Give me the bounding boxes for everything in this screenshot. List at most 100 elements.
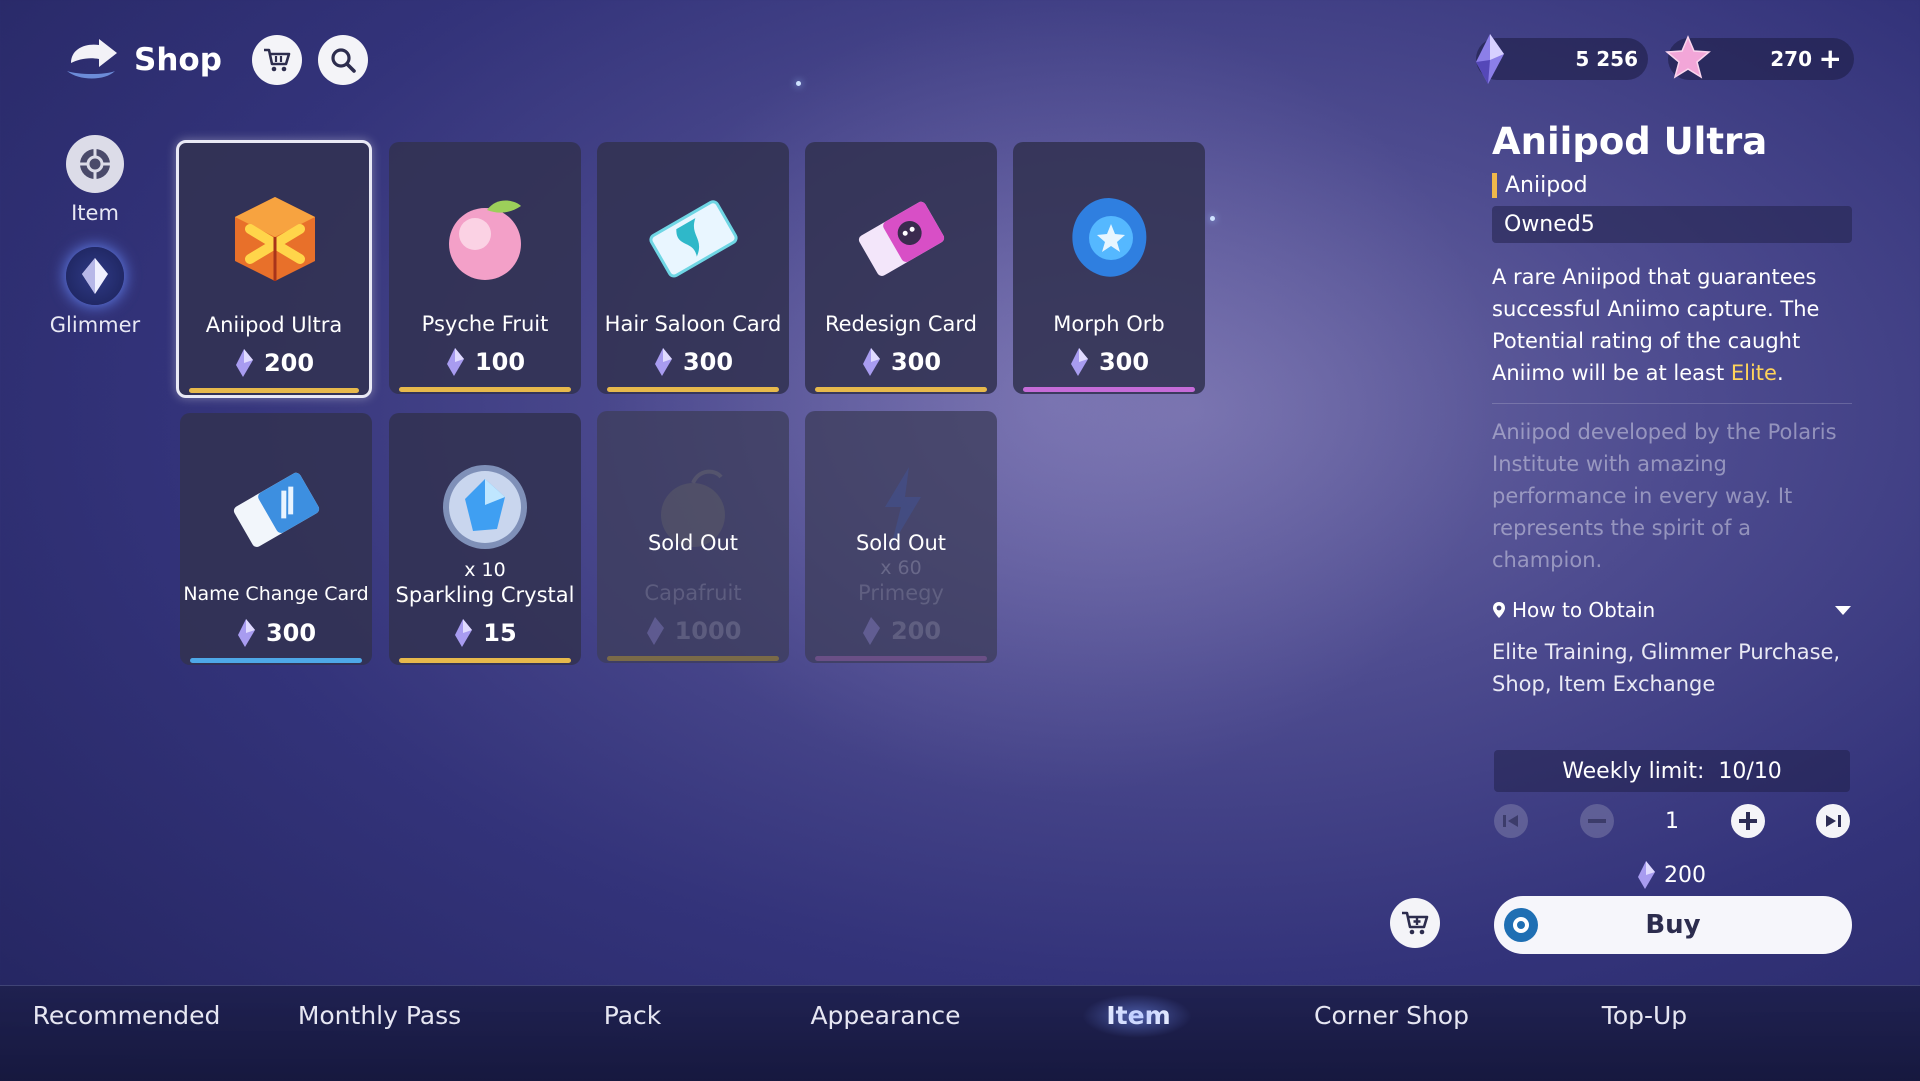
name-change-card-icon [233, 472, 320, 547]
confirm-button-icon [1504, 908, 1538, 942]
item-name: Primegy [858, 581, 944, 605]
price-value: 1000 [674, 617, 742, 645]
sparkle-decoration [796, 81, 801, 86]
how-to-obtain-toggle[interactable]: How to Obtain [1492, 598, 1852, 622]
price-value: 15 [483, 619, 517, 647]
aniipod-ultra-icon [235, 197, 315, 281]
item-name: Aniipod Ultra [205, 313, 343, 337]
side-nav-item[interactable]: Glimmer [40, 247, 150, 337]
quantity-value: 1 [1665, 808, 1679, 834]
detail-category: Aniipod [1492, 173, 1852, 198]
psyche-fruit-icon [449, 200, 521, 280]
increase-quantity-button[interactable] [1730, 804, 1765, 838]
rarity-bar [399, 658, 571, 663]
item-card[interactable]: Morph Orb 300 [1013, 142, 1205, 394]
detail-lore: Aniipod developed by the Polaris Institu… [1492, 420, 1837, 572]
item-name: Psyche Fruit [421, 312, 549, 336]
glimmer-amount: 5 256 [1575, 47, 1638, 71]
obtain-sources: Elite Training, Glimmer Purchase, Shop, … [1492, 640, 1841, 696]
tab-item[interactable]: Item [1012, 986, 1265, 1081]
item-name: Name Change Card [183, 583, 369, 605]
weekly-limit: Weekly limit: 10/10 [1494, 750, 1850, 792]
elite-highlight: Elite [1730, 361, 1777, 385]
item-price: 15 [389, 618, 581, 648]
buy-button[interactable]: Buy [1494, 896, 1852, 954]
rarity-bar [815, 656, 987, 661]
item-card[interactable]: Sold Out Capafruit 1000 [597, 411, 789, 663]
item-name: Sparkling Crystal [395, 583, 575, 607]
decrease-quantity-button[interactable] [1579, 804, 1614, 838]
item-card[interactable]: Redesign Card 300 [805, 142, 997, 394]
back-arrow-icon [67, 39, 117, 79]
item-card[interactable]: Psyche Fruit 100 [389, 142, 581, 394]
glimmer-gem-icon [455, 619, 473, 647]
add-to-cart-icon [1402, 911, 1429, 935]
back-button[interactable] [64, 31, 122, 89]
price-value: 300 [265, 619, 317, 647]
sparkle-decoration [1210, 216, 1215, 221]
rarity-bar [1023, 387, 1195, 392]
item-icon [66, 135, 124, 193]
star-currency: 270 + [1665, 35, 1854, 80]
header: Shop [64, 30, 384, 90]
rarity-bar [189, 388, 359, 393]
item-card[interactable]: x 10 Sparkling Crystal 15 [389, 413, 581, 665]
side-nav-label: Glimmer [49, 313, 141, 337]
glimmer-gem-icon [654, 348, 672, 376]
item-card[interactable]: Sold Out x 60 Primegy 200 [805, 411, 997, 663]
item-name: Redesign Card [824, 312, 978, 336]
rarity-bar [815, 387, 987, 392]
skip-to-max-icon [1826, 815, 1841, 827]
star-currency-icon [1665, 35, 1711, 79]
page-title: Shop [134, 42, 222, 78]
search-button[interactable] [317, 35, 368, 85]
item-price: 300 [180, 618, 372, 648]
item-detail-panel: Aniipod Ultra Aniipod Owned5 A rare Anii… [1492, 120, 1852, 700]
item-price: 300 [597, 347, 789, 377]
tab-pack[interactable]: Pack [506, 986, 759, 1081]
item-price: 200 [805, 616, 997, 646]
item-name: Capafruit [644, 581, 742, 605]
add-to-cart-button[interactable] [1390, 898, 1440, 948]
item-card[interactable]: Name Change Card 300 [180, 413, 372, 665]
glimmer-gem-icon [862, 617, 880, 645]
rarity-bar [607, 656, 779, 661]
rarity-bar [190, 658, 362, 663]
skip-to-min-icon [1503, 815, 1518, 827]
item-price: 300 [1013, 347, 1205, 377]
redesign-card-icon [858, 201, 945, 276]
glimmer-gem-icon [237, 619, 255, 647]
detail-description: A rare Aniipod that guarantees successfu… [1492, 261, 1852, 404]
side-nav-item[interactable]: Item [40, 135, 150, 225]
glimmer-gem-icon [1638, 861, 1655, 889]
item-quantity: x 60 [880, 557, 922, 579]
min-quantity-button[interactable] [1494, 804, 1528, 838]
item-card[interactable]: Hair Saloon Card 300 [597, 142, 789, 394]
tab-monthly-pass[interactable]: Monthly Pass [253, 986, 506, 1081]
tab-recommended[interactable]: Recommended [0, 986, 253, 1081]
cart-icon [263, 48, 291, 72]
sold-out-label: Sold Out [647, 531, 739, 555]
glimmer-gem-icon [646, 617, 664, 645]
glimmer-icon [66, 247, 124, 305]
tab-corner-shop[interactable]: Corner Shop [1265, 986, 1518, 1081]
item-card[interactable]: Aniipod Ultra 200 [176, 140, 372, 398]
sparkling-crystal-icon [443, 465, 527, 549]
quantity-stepper: 1 [1494, 800, 1850, 842]
add-currency-button[interactable]: + [1819, 42, 1842, 75]
glimmer-currency: 5 256 [1476, 34, 1648, 84]
cart-button[interactable] [251, 35, 302, 85]
buy-label: Buy [1645, 910, 1701, 940]
sold-out-label: Sold Out [855, 531, 947, 555]
tab-top-up[interactable]: Top-Up [1518, 986, 1771, 1081]
star-amount: 270 [1770, 47, 1812, 71]
total-price: 200 [1636, 860, 1706, 890]
price-value: 300 [682, 348, 734, 376]
item-name: Morph Orb [1053, 312, 1165, 336]
tab-appearance[interactable]: Appearance [759, 986, 1012, 1081]
max-quantity-button[interactable] [1816, 804, 1850, 838]
rarity-bar [607, 387, 779, 392]
rarity-bar [399, 387, 571, 392]
item-name: Hair Saloon Card [604, 312, 782, 336]
weekly-limit-label: Weekly limit: [1562, 758, 1705, 784]
